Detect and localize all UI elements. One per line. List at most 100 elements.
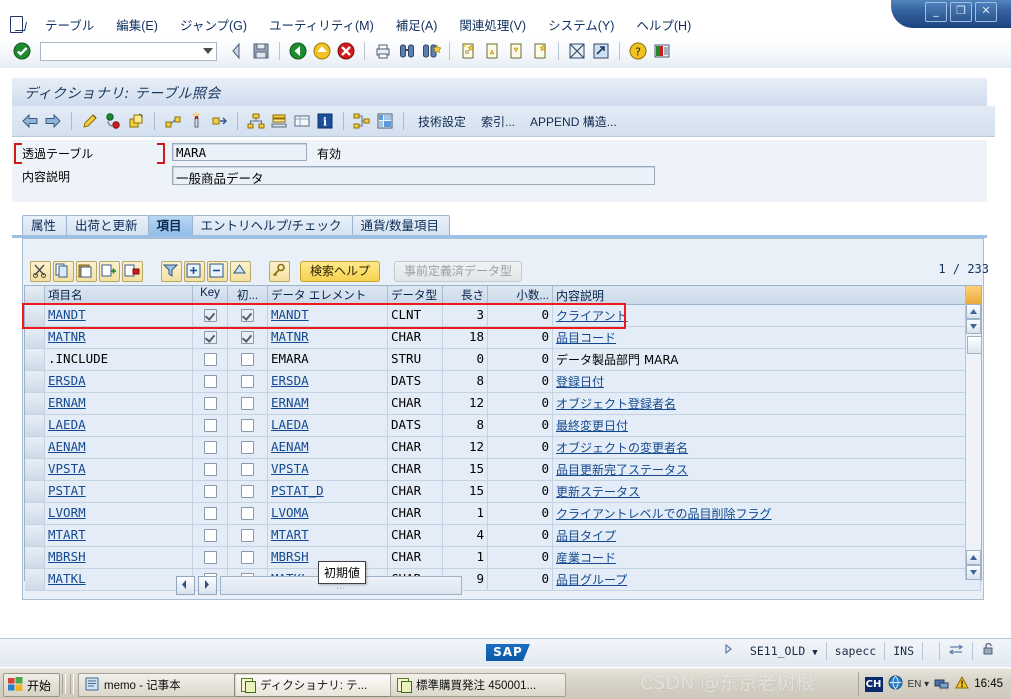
cell-initial-checkbox[interactable] [228, 371, 268, 392]
cell-length[interactable]: 18 [443, 327, 488, 348]
scroll-down-button[interactable] [966, 319, 981, 334]
expand-row-icon[interactable] [184, 261, 205, 282]
cell-key-checkbox[interactable] [193, 393, 228, 414]
cell-field-name[interactable]: VPSTA [45, 459, 193, 480]
table-row[interactable]: PSTATPSTAT_DCHAR150更新ステータス [25, 481, 981, 503]
cell-data-element[interactable]: MANDT [268, 305, 388, 326]
lock-icon[interactable] [973, 642, 1003, 660]
menu-item-table[interactable]: テーブル [34, 13, 105, 36]
cell-initial-checkbox[interactable] [228, 327, 268, 348]
table-row[interactable]: AENAMAENAMCHAR120オブジェクトの変更者名 [25, 437, 981, 459]
cell-decimals[interactable]: 0 [488, 327, 553, 348]
initial-checkbox[interactable] [241, 529, 254, 542]
tab-attributes[interactable]: 属性 [22, 215, 67, 236]
cut-icon[interactable] [30, 261, 51, 282]
taskbar-item-notepad[interactable]: memo - 记事本 [78, 673, 244, 697]
cell-description[interactable]: クライアントレベルでの品目削除フラグ [553, 503, 981, 524]
menu-item-goto[interactable]: ジャンプ(G) [169, 13, 258, 36]
cell-length[interactable]: 8 [443, 371, 488, 392]
exit-green-icon[interactable] [288, 41, 308, 61]
row-select-button[interactable] [25, 393, 45, 414]
cell-length[interactable]: 12 [443, 393, 488, 414]
cell-description[interactable]: 最終変更日付 [553, 415, 981, 436]
menu-item-environment[interactable]: 関連処理(V) [448, 13, 537, 36]
cell-key-checkbox[interactable] [193, 437, 228, 458]
search-help-button[interactable]: 検索ヘルプ [300, 261, 380, 282]
cell-field-name[interactable]: .INCLUDE [45, 349, 193, 370]
cell-length[interactable]: 1 [443, 503, 488, 524]
language-indicator[interactable]: CH [865, 677, 883, 692]
paste-icon[interactable] [76, 261, 97, 282]
activate-icon[interactable] [103, 111, 123, 131]
row-select-button[interactable] [25, 503, 45, 524]
create-shortcut-icon[interactable] [591, 41, 611, 61]
cell-length[interactable]: 15 [443, 459, 488, 480]
cell-length[interactable]: 12 [443, 437, 488, 458]
taskbar-item-purchase-order[interactable]: 標準購買発注 450001... [390, 673, 566, 697]
cell-key-checkbox[interactable] [193, 525, 228, 546]
row-select-button[interactable] [25, 349, 45, 370]
cancel-yellow-icon[interactable] [312, 41, 332, 61]
row-select-button[interactable] [25, 437, 45, 458]
key-checkbox[interactable] [204, 331, 217, 344]
expand-icon[interactable] [209, 111, 229, 131]
row-select-button[interactable] [25, 327, 45, 348]
table-row[interactable]: MBRSHMBRSHCHAR10産業コード [25, 547, 981, 569]
cell-decimals[interactable]: 0 [488, 371, 553, 392]
table-row[interactable]: MATNRMATNRCHAR180品目コード [25, 327, 981, 349]
layers-icon[interactable] [269, 111, 289, 131]
scroll-thumb[interactable] [967, 336, 982, 354]
cell-key-checkbox[interactable] [193, 327, 228, 348]
cell-decimals[interactable]: 0 [488, 349, 553, 370]
table-row[interactable]: .INCLUDEEMARASTRU00データ製品部門 MARA [25, 349, 981, 371]
cell-length[interactable]: 0 [443, 349, 488, 370]
header-key[interactable]: Key [193, 286, 228, 304]
description-field[interactable]: 一般商品データ [172, 166, 655, 185]
initial-checkbox[interactable] [241, 507, 254, 520]
taskbar-item-dictionary[interactable]: ディクショナリ: テ... [234, 673, 400, 697]
cell-data-element[interactable]: VPSTA [268, 459, 388, 480]
table-row[interactable]: LAEDALAEDADATS80最終変更日付 [25, 415, 981, 437]
grid-vertical-scrollbar[interactable] [965, 304, 981, 580]
initial-checkbox[interactable] [241, 397, 254, 410]
cell-decimals[interactable]: 0 [488, 503, 553, 524]
scroll-down-page-button[interactable] [966, 565, 981, 580]
cell-data-type[interactable]: DATS [388, 415, 443, 436]
cell-description[interactable]: 品目タイプ [553, 525, 981, 546]
cell-decimals[interactable]: 0 [488, 459, 553, 480]
cell-description[interactable]: データ製品部門 MARA [553, 349, 981, 370]
cell-description[interactable]: 更新ステータス [553, 481, 981, 502]
hscroll-grip[interactable]: ⋯ [336, 583, 346, 594]
row-select-button[interactable] [25, 305, 45, 326]
key-checkbox[interactable] [204, 441, 217, 454]
cell-data-element[interactable]: MTART [268, 525, 388, 546]
row-select-button[interactable] [25, 481, 45, 502]
cell-data-element[interactable]: LAEDA [268, 415, 388, 436]
initial-checkbox[interactable] [241, 551, 254, 564]
cell-field-name[interactable]: ERNAM [45, 393, 193, 414]
cell-field-name[interactable]: MANDT [45, 305, 193, 326]
table-row[interactable]: VPSTAVPSTACHAR150品目更新完了ステータス [25, 459, 981, 481]
cell-data-element[interactable]: PSTAT_D [268, 481, 388, 502]
cell-data-element[interactable]: LVOMA [268, 503, 388, 524]
header-data-type[interactable]: データ型 [388, 286, 443, 304]
cell-key-checkbox[interactable] [193, 371, 228, 392]
display-change-icon[interactable] [80, 111, 100, 131]
menu-item-help[interactable]: ヘルプ(H) [625, 13, 702, 36]
stop-red-icon[interactable] [336, 41, 356, 61]
tab-fields[interactable]: 項目 [148, 215, 193, 236]
cell-description[interactable]: オブジェクトの変更者名 [553, 437, 981, 458]
insert-row-icon[interactable] [99, 261, 120, 282]
ime-mode-icon[interactable]: EN ▾ [908, 679, 930, 690]
header-data-element[interactable]: データ エレメント [268, 286, 388, 304]
cell-length[interactable]: 15 [443, 481, 488, 502]
key-checkbox[interactable] [204, 485, 217, 498]
first-page-icon[interactable] [458, 41, 478, 61]
cell-initial-checkbox[interactable] [228, 305, 268, 326]
cell-key-checkbox[interactable] [193, 547, 228, 568]
close-icon[interactable]: ✕ [975, 2, 997, 22]
table-name-field[interactable]: MARA [172, 143, 307, 161]
collapse-row-icon[interactable] [207, 261, 228, 282]
initial-checkbox[interactable] [241, 463, 254, 476]
table-contents-icon[interactable] [292, 111, 312, 131]
